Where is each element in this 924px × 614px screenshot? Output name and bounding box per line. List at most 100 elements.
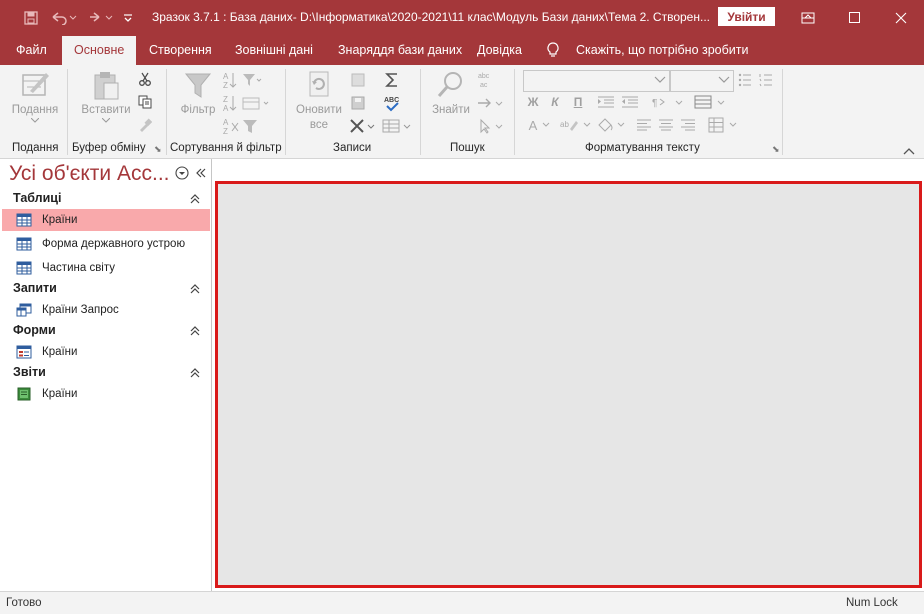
- svg-text:ac: ac: [480, 82, 488, 89]
- select-icon[interactable]: [476, 116, 506, 136]
- minimize-button[interactable]: [785, 0, 831, 35]
- close-button[interactable]: [878, 0, 924, 35]
- nav-group-forms[interactable]: Форми: [13, 323, 56, 337]
- collapse-group-icon[interactable]: [190, 367, 200, 381]
- redo-icon[interactable]: [85, 8, 115, 28]
- group-separator: [166, 69, 167, 155]
- text-formatting-dialog-launcher-icon[interactable]: ⬊: [772, 144, 780, 155]
- font-size-select[interactable]: [670, 70, 734, 92]
- replace-icon[interactable]: abc ac: [476, 70, 496, 90]
- svg-text:A: A: [223, 118, 229, 127]
- group-label-sort-filter: Сортування й фільтр: [170, 142, 282, 154]
- report-icon: [17, 387, 31, 401]
- nav-pane-menu-icon[interactable]: [175, 166, 189, 183]
- collapse-group-icon[interactable]: [190, 283, 200, 297]
- workspace-header-area: [213, 159, 924, 181]
- query-icon: [16, 303, 32, 317]
- tab-home[interactable]: Основне: [62, 36, 137, 65]
- views-icon: [22, 73, 49, 96]
- numbering-icon[interactable]: [758, 71, 774, 89]
- cut-icon[interactable]: [136, 70, 154, 88]
- remove-sort-icon[interactable]: AZ: [223, 116, 263, 136]
- save-icon[interactable]: [22, 8, 40, 28]
- tab-database-tools[interactable]: Знаряддя бази даних: [338, 35, 462, 65]
- tab-external-data[interactable]: Зовнішні дані: [235, 35, 313, 65]
- refresh-all-button[interactable]: Оновити все: [293, 69, 345, 133]
- tab-help[interactable]: Довідка: [477, 35, 522, 65]
- gridlines-icon[interactable]: [694, 93, 730, 111]
- nav-item-query[interactable]: Країни Запрос: [2, 299, 210, 321]
- spelling-icon[interactable]: ABC: [382, 93, 402, 113]
- goto-icon[interactable]: [476, 93, 506, 113]
- save-record-icon[interactable]: [348, 93, 368, 113]
- align-center-icon[interactable]: [658, 116, 674, 134]
- nav-pane-collapse-icon[interactable]: [195, 166, 207, 182]
- svg-text:Z: Z: [223, 81, 228, 89]
- nav-group-queries[interactable]: Запити: [13, 281, 57, 295]
- totals-icon[interactable]: [382, 70, 402, 90]
- new-record-icon[interactable]: [348, 70, 368, 90]
- bold-button[interactable]: Ж: [526, 93, 540, 111]
- italic-button[interactable]: К: [548, 93, 562, 111]
- svg-text:A: A: [223, 104, 229, 112]
- highlight-color-icon[interactable]: ab: [560, 116, 592, 134]
- nav-item-table[interactable]: Форма державного устрою: [2, 233, 210, 255]
- tab-file[interactable]: Файл: [16, 35, 47, 65]
- form-icon: [16, 345, 32, 359]
- table-icon: [16, 261, 32, 275]
- alternate-row-color-icon[interactable]: [708, 116, 742, 134]
- filter-icon: [184, 73, 212, 98]
- fill-color-icon[interactable]: [596, 116, 628, 134]
- collapse-ribbon-icon[interactable]: [903, 144, 915, 158]
- font-color-button[interactable]: A: [526, 116, 556, 134]
- bullets-icon[interactable]: [737, 71, 753, 89]
- window-title: Зразок 3.7.1 : База даних- D:\Інформатик…: [152, 10, 710, 24]
- status-bar: Готово Num Lock: [0, 591, 924, 614]
- copy-icon[interactable]: [136, 93, 154, 111]
- filter-button[interactable]: Фільтр: [176, 69, 220, 118]
- clipboard-dialog-launcher-icon[interactable]: ⬊: [154, 144, 162, 155]
- undo-icon[interactable]: [49, 8, 79, 28]
- chevron-down-icon: [718, 76, 730, 83]
- align-left-icon[interactable]: [636, 116, 652, 134]
- maximize-button[interactable]: [831, 0, 877, 35]
- signin-button[interactable]: Увійти: [718, 7, 775, 26]
- sort-ascending-icon[interactable]: AZ: [223, 70, 263, 90]
- group-label-text-formatting: Форматування тексту: [585, 142, 700, 154]
- views-button[interactable]: Подання: [10, 69, 60, 123]
- delete-record-icon[interactable]: [348, 116, 376, 136]
- navigation-pane: Усі об'єкти Acc... Таблиці Країни Форма …: [2, 159, 212, 591]
- group-label-find: Пошук: [450, 142, 485, 154]
- nav-pane-title[interactable]: Усі об'єкти Acc...: [9, 162, 169, 186]
- collapse-group-icon[interactable]: [190, 193, 200, 207]
- decrease-indent-icon[interactable]: [622, 93, 638, 111]
- paste-button[interactable]: Вставити: [78, 69, 134, 123]
- nav-item-report[interactable]: Країни: [2, 383, 210, 405]
- collapse-group-icon[interactable]: [190, 325, 200, 339]
- text-direction-icon[interactable]: ¶: [652, 93, 686, 111]
- find-button[interactable]: Знайти: [428, 69, 474, 118]
- tab-create[interactable]: Створення: [149, 35, 212, 65]
- nav-item-table[interactable]: Країни: [2, 209, 210, 231]
- svg-text:Z: Z: [223, 127, 228, 135]
- paste-icon: [94, 72, 119, 100]
- font-name-select[interactable]: [523, 70, 670, 92]
- svg-text:¶: ¶: [652, 98, 657, 109]
- sort-descending-icon[interactable]: ZA: [223, 93, 271, 113]
- group-label-clipboard: Буфер обміну: [72, 142, 146, 154]
- align-right-icon[interactable]: [680, 116, 696, 134]
- group-label-views: Подання: [12, 142, 59, 154]
- ribbon: Подання Подання Вставити Буфер обміну ⬊ …: [0, 65, 924, 159]
- underline-button[interactable]: П: [571, 93, 585, 111]
- nav-group-tables[interactable]: Таблиці: [13, 191, 61, 205]
- increase-indent-icon[interactable]: [598, 93, 614, 111]
- nav-item-form[interactable]: Країни: [2, 341, 210, 363]
- format-painter-icon[interactable]: [136, 116, 154, 134]
- group-separator: [67, 69, 68, 155]
- nav-item-table[interactable]: Частина світу: [2, 257, 210, 279]
- customize-qat-icon[interactable]: [120, 8, 136, 28]
- tell-me-search[interactable]: Скажіть, що потрібно зробити: [576, 35, 749, 65]
- chevron-down-icon: [31, 118, 39, 123]
- more-records-icon[interactable]: [382, 116, 412, 136]
- nav-group-reports[interactable]: Звіти: [13, 365, 46, 379]
